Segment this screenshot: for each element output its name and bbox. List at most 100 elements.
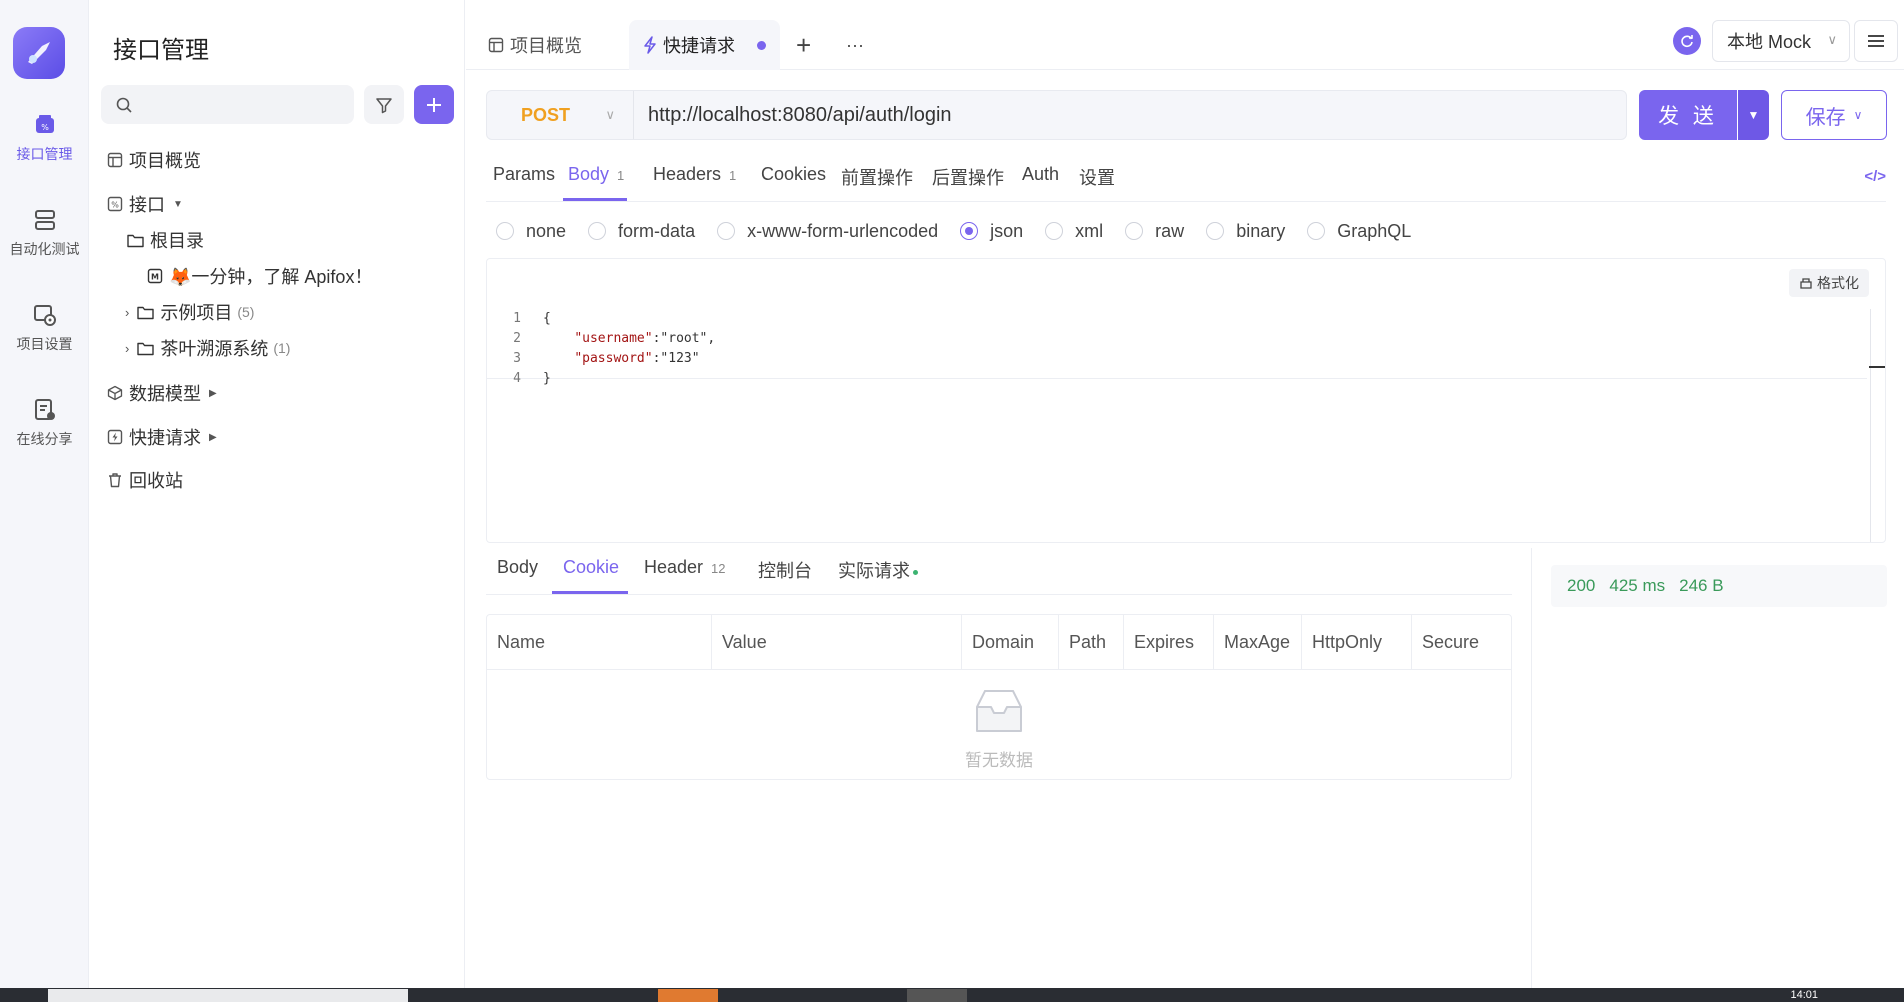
response-tabs: Body Cookie Header 12 控制台 实际请求	[486, 553, 1512, 595]
resp-tab-body[interactable]: Body	[497, 557, 538, 578]
trash-icon	[109, 473, 121, 488]
method-select[interactable]: POST ∨	[487, 91, 634, 139]
radio-circle	[1307, 222, 1326, 240]
line-number: 4	[513, 371, 521, 386]
rail-item-automation[interactable]: 自动化测试	[0, 207, 89, 259]
column-header: MaxAge	[1214, 615, 1302, 670]
tab-params[interactable]: Params	[493, 164, 555, 185]
editor-scrollbar[interactable]	[1870, 309, 1871, 542]
tree-item-data-models[interactable]: 数据模型 ▶	[107, 380, 217, 406]
radio-label: none	[526, 220, 567, 241]
radio-label: raw	[1155, 220, 1185, 241]
chevron-down-icon: ∨	[605, 107, 615, 122]
folder-icon	[137, 342, 155, 355]
chevron-right-icon[interactable]: ›	[125, 341, 129, 356]
add-button[interactable]	[414, 85, 454, 124]
radio-none[interactable]: none	[496, 221, 566, 242]
search-icon	[116, 97, 132, 113]
chevron-right-icon[interactable]: ›	[125, 305, 129, 320]
format-button[interactable]: 格式化	[1789, 269, 1869, 297]
tree-item-trash[interactable]: 回收站	[107, 467, 183, 493]
code-view-icon[interactable]: </>	[1864, 168, 1886, 185]
resp-tab-cookie[interactable]: Cookie	[563, 557, 619, 578]
radio-xml[interactable]: xml	[1045, 221, 1103, 242]
tab-cookies[interactable]: Cookies	[761, 164, 826, 185]
save-button[interactable]: 保存 ∨	[1781, 90, 1887, 140]
response-time: 425 ms	[1609, 576, 1666, 595]
new-tab-button[interactable]: +	[796, 20, 811, 70]
resp-tab-actual-request[interactable]: 实际请求	[838, 557, 918, 583]
tab-body[interactable]: Body 1	[568, 164, 624, 185]
tree-item-root-folder[interactable]: 根目录	[127, 227, 204, 253]
radio-graphql[interactable]: GraphQL	[1307, 221, 1411, 242]
radio-circle	[1045, 222, 1064, 240]
line-number: 2	[513, 331, 521, 346]
filter-button[interactable]	[364, 85, 404, 124]
code-area[interactable]: 1 { 2 "username":"root", 3 "password":"12…	[487, 309, 1867, 386]
request-url-bar: POST ∨ http://localhost:8080/api/auth/lo…	[486, 90, 1627, 140]
empty-state: 暂无数据	[487, 685, 1511, 771]
taskbar-app[interactable]	[658, 989, 718, 1002]
empty-inbox-icon	[976, 690, 1022, 732]
hamburger-icon	[1868, 35, 1884, 47]
tree-item-tea-folder[interactable]: › 茶叶溯源系统 (1)	[125, 335, 290, 361]
send-button[interactable]: 发 送	[1639, 90, 1737, 140]
markdown-doc-icon: M	[147, 268, 163, 284]
lightning-icon	[644, 36, 656, 54]
save-label: 保存	[1805, 106, 1846, 129]
more-tabs-button[interactable]: ···	[846, 20, 864, 70]
tab-quick-request[interactable]: 快捷请求	[629, 20, 780, 70]
radio-form-data[interactable]: form-data	[588, 221, 695, 242]
caret-down-icon: ▼	[173, 198, 183, 210]
resp-tab-console[interactable]: 控制台	[758, 557, 812, 583]
tree-item-label: 快捷请求	[129, 428, 201, 448]
tab-label: 项目概览	[510, 36, 582, 56]
status-code: 200	[1567, 576, 1596, 595]
send-dropdown-button[interactable]: ▼	[1738, 90, 1769, 140]
tree-search-input[interactable]	[101, 85, 354, 124]
main-menu-button[interactable]	[1854, 20, 1898, 62]
cube-icon	[107, 385, 123, 401]
plus-icon	[427, 97, 441, 112]
tree-item-overview[interactable]: 项目概览	[107, 147, 201, 173]
rail-item-api-management[interactable]: % 接口管理	[0, 112, 89, 164]
tab-project-overview[interactable]: 项目概览	[488, 20, 582, 70]
plus-icon: +	[796, 29, 812, 60]
env-sync-button[interactable]	[1673, 27, 1701, 55]
radio-raw[interactable]: raw	[1125, 221, 1184, 242]
api-grid-icon: %	[35, 115, 54, 133]
tab-post-processors[interactable]: 后置操作	[932, 164, 1004, 190]
radio-x-www-form-urlencoded[interactable]: x-www-form-urlencoded	[717, 221, 938, 242]
column-header: Secure	[1422, 632, 1480, 652]
chevron-down-icon: ∨	[1827, 32, 1837, 47]
apifox-logo[interactable]	[13, 27, 65, 79]
tab-headers[interactable]: Headers 1	[653, 164, 736, 185]
rail-item-project-settings[interactable]: 项目设置	[0, 302, 89, 354]
tab-settings[interactable]: 设置	[1079, 164, 1115, 190]
rail-item-online-share[interactable]: 在线分享	[0, 397, 89, 449]
code-line: "username":"root",	[543, 329, 715, 349]
url-input[interactable]: http://localhost:8080/api/auth/login	[648, 104, 952, 127]
tree-item-examples-folder[interactable]: › 示例项目 (5)	[125, 299, 254, 325]
radio-circle	[588, 222, 607, 240]
radio-json[interactable]: json	[960, 221, 1023, 242]
request-tabs: Params Body 1 Headers 1 Cookies 前置操作 后置操作 …	[486, 160, 1886, 202]
tab-pre-processors[interactable]: 前置操作	[841, 164, 913, 190]
json-body-editor[interactable]: 格式化 1 { 2 "username":"root", 3 "password"…	[486, 258, 1886, 543]
taskbar-app[interactable]	[907, 989, 967, 1002]
code-line: }	[543, 371, 551, 386]
tree-item-intro-doc[interactable]: M 🦊一分钟，了解 Apifox！	[147, 263, 372, 289]
radio-binary[interactable]: binary	[1206, 221, 1285, 242]
overview-icon	[107, 152, 123, 168]
environment-select[interactable]: 本地 Mock ∨	[1712, 20, 1850, 62]
taskbar-app[interactable]	[48, 989, 408, 1002]
tab-auth[interactable]: Auth	[1022, 164, 1059, 185]
item-count: (5)	[237, 304, 255, 320]
os-taskbar: 14:01	[0, 988, 1904, 1002]
radio-label: json	[990, 220, 1024, 241]
resp-tab-header[interactable]: Header 12	[644, 557, 726, 578]
share-doc-icon	[34, 399, 55, 420]
lightning-box-icon	[107, 429, 123, 445]
tree-item-api[interactable]: % 接口 ▼	[107, 191, 183, 217]
tree-item-quick-requests[interactable]: 快捷请求 ▶	[107, 424, 217, 450]
